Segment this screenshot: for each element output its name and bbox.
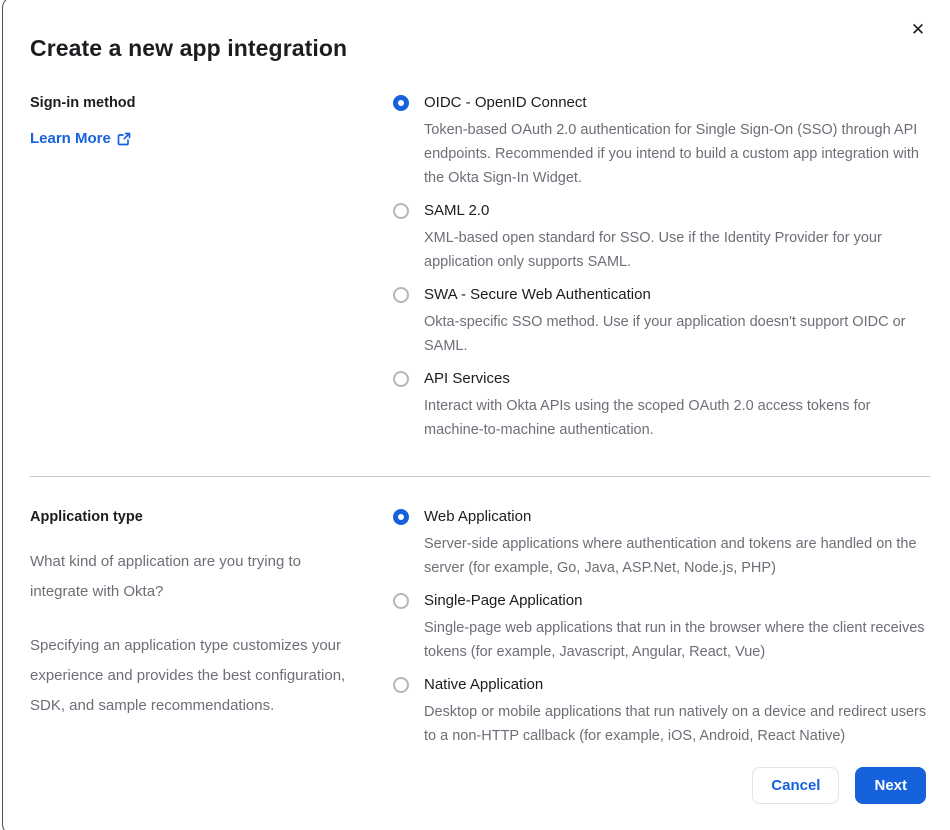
close-icon[interactable]: ✕ [907, 19, 929, 41]
radio-option-web-app[interactable]: Web Application Server-side applications… [393, 506, 927, 580]
radio-button-spa[interactable] [393, 593, 409, 609]
radio-option-oidc[interactable]: OIDC - OpenID Connect Token-based OAuth … [393, 92, 927, 190]
radio-button-oidc[interactable] [393, 95, 409, 111]
radio-option-api-services[interactable]: API Services Interact with Okta APIs usi… [393, 368, 927, 442]
application-type-question: What kind of application are you trying … [30, 553, 301, 600]
dialog-title: Create a new app integration [30, 35, 348, 61]
option-label[interactable]: OIDC - OpenID Connect [424, 92, 927, 114]
option-description: Token-based OAuth 2.0 authentication for… [424, 122, 919, 186]
option-label[interactable]: API Services [424, 368, 927, 390]
radio-button-saml[interactable] [393, 203, 409, 219]
option-description: Okta-specific SSO method. Use if your ap… [424, 314, 906, 354]
application-type-explanation: Specifying an application type customize… [30, 637, 346, 714]
section-divider [30, 476, 930, 477]
option-description: Desktop or mobile applications that run … [424, 704, 927, 744]
radio-button-web-app[interactable] [393, 509, 409, 525]
radio-option-native-app[interactable]: Native Application Desktop or mobile app… [393, 674, 927, 748]
option-description: XML-based open standard for SSO. Use if … [424, 230, 882, 270]
signin-method-radio-group: OIDC - OpenID Connect Token-based OAuth … [393, 92, 929, 442]
radio-button-native-app[interactable] [393, 677, 409, 693]
external-link-icon [117, 132, 131, 146]
learn-more-link[interactable]: Learn More [30, 129, 131, 149]
application-type-label: Application type [30, 509, 143, 525]
dialog-footer: Cancel Next [752, 767, 926, 804]
cancel-button[interactable]: Cancel [752, 767, 840, 804]
radio-button-swa[interactable] [393, 287, 409, 303]
application-type-radio-group: Web Application Server-side applications… [393, 506, 929, 748]
create-app-integration-dialog: Create a new app integration ✕ Sign-in m… [2, 0, 950, 830]
option-label[interactable]: SWA - Secure Web Authentication [424, 284, 927, 306]
signin-method-section: Sign-in method Learn More OIDC - OpenID … [30, 92, 929, 442]
radio-option-spa[interactable]: Single-Page Application Single-page web … [393, 590, 927, 664]
option-description: Server-side applications where authentic… [424, 536, 917, 576]
application-type-section: Application type What kind of applicatio… [30, 506, 929, 748]
option-description: Interact with Okta APIs using the scoped… [424, 398, 871, 438]
option-label[interactable]: SAML 2.0 [424, 200, 927, 222]
option-label[interactable]: Web Application [424, 506, 927, 528]
next-button[interactable]: Next [855, 767, 926, 804]
learn-more-label: Learn More [30, 130, 111, 147]
option-description: Single-page web applications that run in… [424, 620, 925, 660]
radio-button-api-services[interactable] [393, 371, 409, 387]
radio-option-swa[interactable]: SWA - Secure Web Authentication Okta-spe… [393, 284, 927, 358]
radio-option-saml[interactable]: SAML 2.0 XML-based open standard for SSO… [393, 200, 927, 274]
option-label[interactable]: Native Application [424, 674, 927, 696]
signin-method-label: Sign-in method [30, 95, 136, 111]
option-label[interactable]: Single-Page Application [424, 590, 927, 612]
